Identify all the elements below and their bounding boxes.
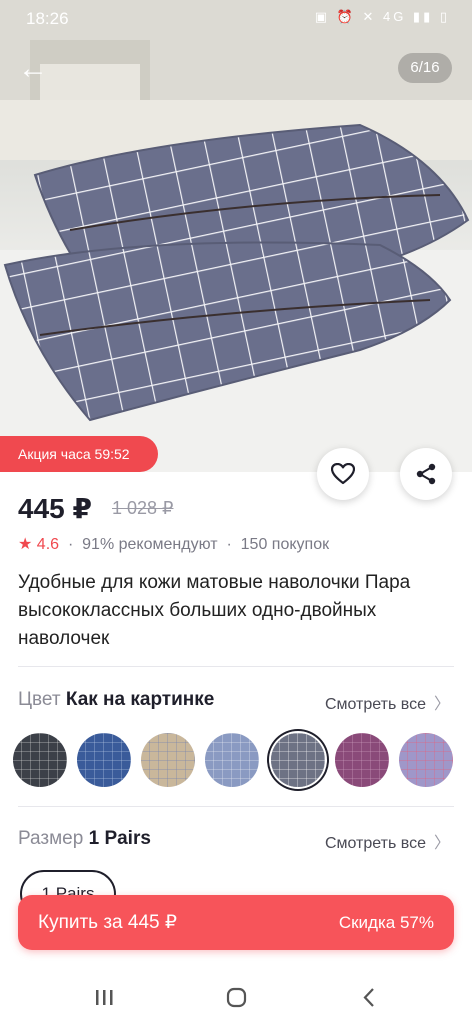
color-label: Цвет Как на картинке	[18, 689, 215, 710]
color-swatch-purple[interactable]	[335, 733, 389, 787]
purchases-text: 150 покупок	[240, 536, 330, 553]
arrow-left-icon: ←	[18, 52, 48, 85]
system-nav-bar	[0, 970, 472, 1024]
status-bar: 18:26 ▣ ⏰ ✕ 4G ▮▮ ▯	[0, 0, 472, 36]
buy-label: Купить за 445 ₽	[38, 912, 177, 933]
back-nav-icon[interactable]	[363, 988, 374, 1007]
product-title: Удобные для кожи матовые наволочки Пара …	[18, 572, 411, 649]
color-swatch-blue-check[interactable]	[205, 733, 259, 787]
recommend-text: 91% рекомендуют	[82, 536, 218, 553]
color-see-all-button[interactable]: Смотреть все 〉	[325, 690, 450, 714]
size-label: Размер 1 Pairs	[18, 828, 151, 849]
star-icon: ★	[18, 536, 33, 553]
current-price: 445 ₽	[18, 493, 92, 524]
back-button[interactable]: ←	[16, 52, 50, 86]
status-time: 18:26	[26, 9, 69, 28]
color-value: Как на картинке	[65, 689, 215, 710]
recent-apps-icon[interactable]	[96, 990, 113, 1005]
color-swatch-blue-white[interactable]	[77, 733, 131, 787]
divider	[18, 666, 454, 667]
divider	[18, 806, 454, 807]
size-see-all-button[interactable]: Смотреть все 〉	[325, 829, 450, 853]
home-icon[interactable]	[226, 987, 247, 1008]
old-price: 1 028 ₽	[112, 498, 174, 518]
color-swatch-grey-check-selected[interactable]	[271, 733, 325, 787]
chevron-right-icon: 〉	[433, 835, 450, 852]
status-icons: ▣ ⏰ ✕ 4G ▮▮ ▯	[314, 9, 450, 24]
buy-button[interactable]: Купить за 445 ₽ Скидка 57%	[18, 895, 454, 950]
size-value: 1 Pairs	[88, 828, 151, 849]
color-swatch-beige-cartoon[interactable]	[141, 733, 195, 787]
promo-timer-badge: Акция часа 59:52	[0, 436, 158, 472]
share-button[interactable]	[400, 448, 452, 500]
chevron-right-icon: 〉	[433, 696, 450, 713]
favorite-button[interactable]	[317, 448, 369, 500]
image-counter: 6/16	[398, 53, 452, 83]
share-icon	[416, 463, 436, 485]
rating-value: 4.6	[36, 536, 60, 553]
heart-icon	[331, 463, 355, 485]
color-swatch-lavender-check[interactable]	[399, 733, 453, 787]
discount-label: Скидка 57%	[338, 913, 434, 932]
rating-line[interactable]: ★ 4.6 · 91% рекомендуют · 150 покупок	[18, 534, 329, 554]
color-swatch-dark-grey-leaf[interactable]	[13, 733, 67, 787]
